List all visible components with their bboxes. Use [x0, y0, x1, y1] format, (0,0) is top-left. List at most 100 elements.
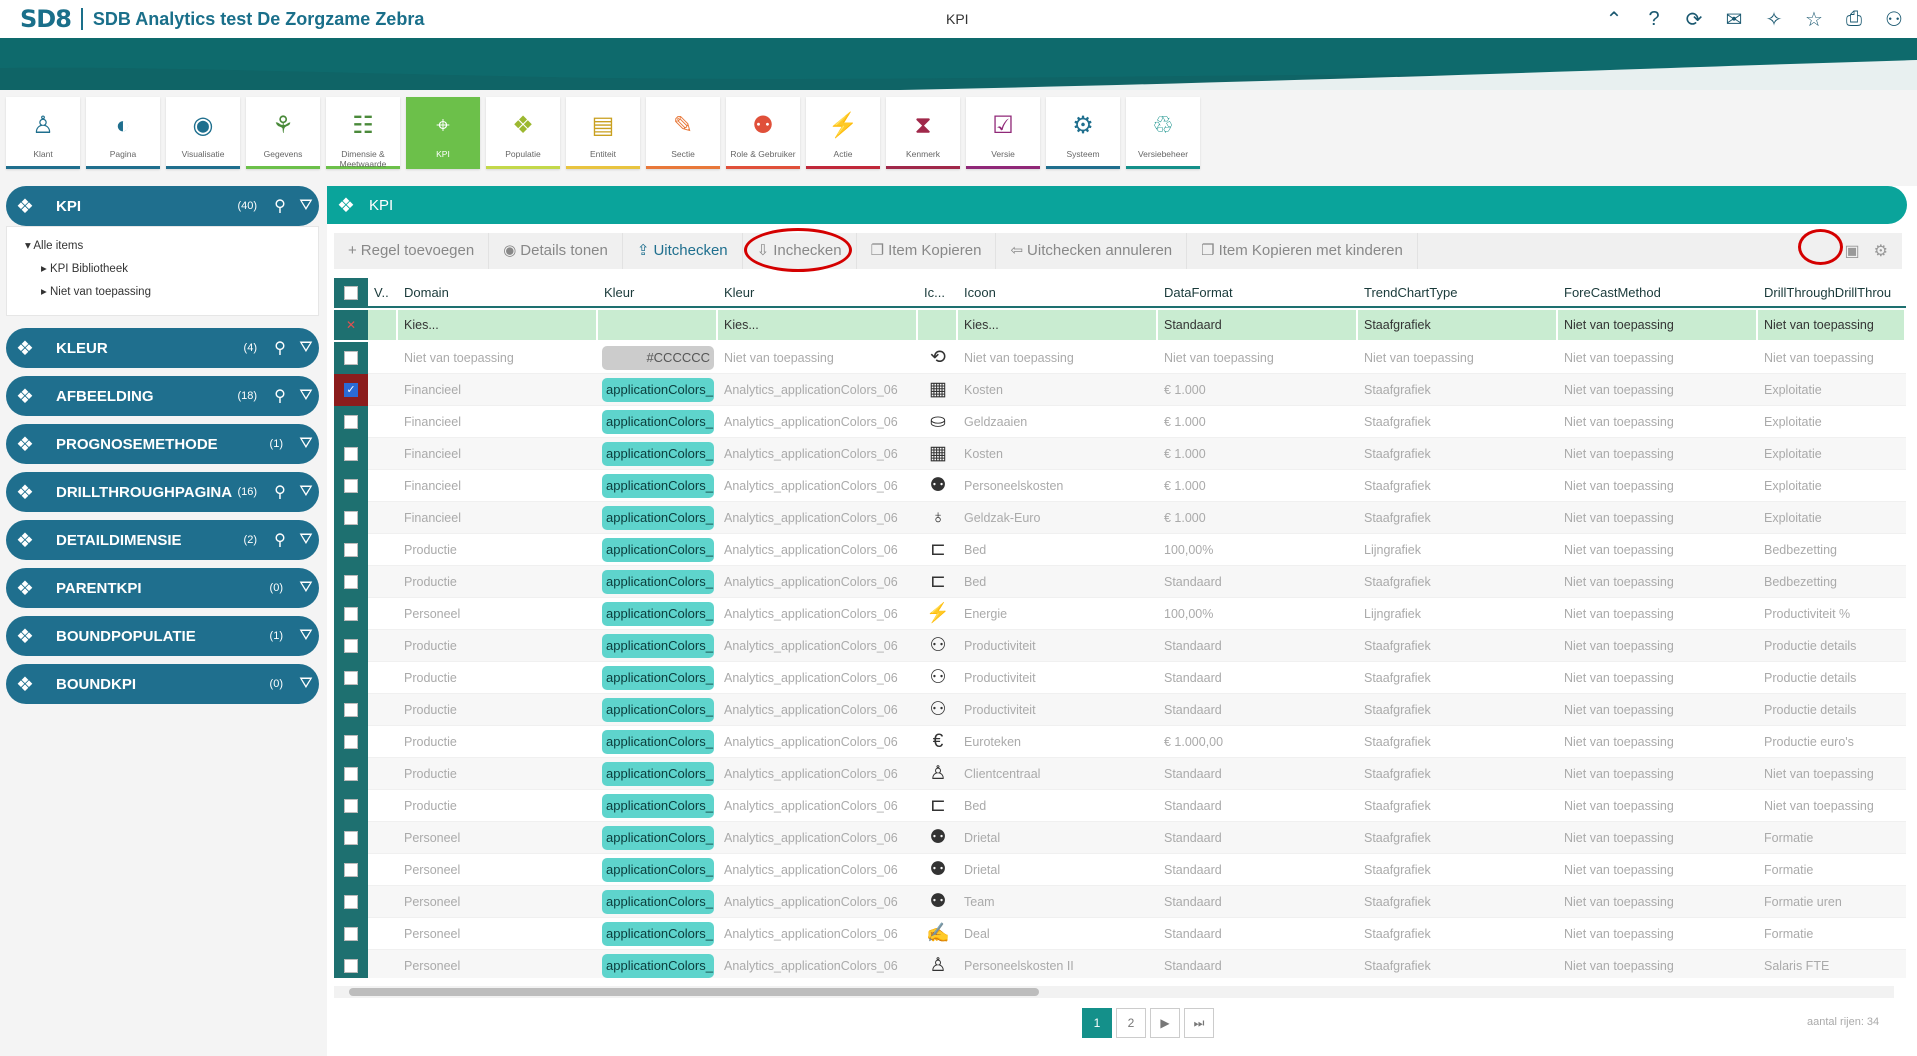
filter-dataformat[interactable]: Standaard: [1158, 310, 1356, 340]
toolbar-item-kopieren-button[interactable]: ❐ Item Kopieren: [857, 233, 997, 269]
row-checkbox[interactable]: [344, 606, 358, 621]
page-2-button[interactable]: 2: [1116, 1008, 1146, 1038]
tile-visualisatie[interactable]: ◉ Visualisatie: [166, 97, 240, 169]
table-row[interactable]: Productie applicationColors_ Analytics_app…: [334, 629, 1906, 662]
filter-icon[interactable]: ⛛: [293, 627, 319, 645]
search-icon[interactable]: ⚲: [267, 530, 293, 550]
tile-versiebeheer[interactable]: ♲ Versiebeheer: [1126, 97, 1200, 169]
toolbar-uitchecken-annuleren-button[interactable]: ⇦ Uitchecken annuleren: [996, 233, 1188, 269]
filter-kleur2[interactable]: Kies...: [718, 310, 916, 340]
print-icon[interactable]: ⎙: [1841, 6, 1867, 32]
filter-icon[interactable]: ⛛: [293, 435, 319, 453]
page-1-button[interactable]: 1: [1082, 1008, 1112, 1038]
star-plus-icon[interactable]: ✧: [1761, 6, 1787, 32]
search-icon[interactable]: ⚲: [267, 338, 293, 358]
panel-drillthroughpagina[interactable]: ❖ DRILLTHROUGHPAGINA (16) ⚲ ⛛: [6, 472, 319, 512]
tree-root[interactable]: ▾ Alle items: [25, 235, 318, 258]
column-header[interactable]: Ic...: [918, 278, 958, 306]
search-icon[interactable]: ⚲: [267, 482, 293, 502]
table-row[interactable]: Financieel applicationColors_ Analytics_ap…: [334, 469, 1906, 502]
filter-trend[interactable]: Staafgrafiek: [1358, 310, 1556, 340]
table-row[interactable]: Niet van toepassing #CCCCCC Niet van toepa…: [334, 341, 1906, 374]
panel-afbeelding[interactable]: ❖ AFBEELDING (18) ⚲ ⛛: [6, 376, 319, 416]
row-checkbox[interactable]: [344, 670, 358, 685]
column-header[interactable]: DataFormat: [1158, 278, 1358, 306]
tile-versie[interactable]: ☑ Versie: [966, 97, 1040, 169]
refresh-icon[interactable]: ⟳: [1681, 6, 1707, 32]
tile-kpi[interactable]: ⌖ KPI: [406, 97, 480, 169]
filter-kleur1[interactable]: [598, 310, 716, 340]
filter-icon[interactable]: ⛛: [293, 483, 319, 501]
column-header[interactable]: V..: [368, 278, 398, 306]
column-header[interactable]: Domain: [398, 278, 598, 306]
row-checkbox[interactable]: [344, 766, 358, 781]
filter-icon[interactable]: ⛛: [293, 675, 319, 693]
table-row[interactable]: Personeel applicationColors_ Analytics_app…: [334, 821, 1906, 854]
row-checkbox[interactable]: [344, 958, 358, 973]
column-header[interactable]: DrillThroughDrillThrou: [1758, 278, 1906, 306]
panel-boundkpi[interactable]: ❖ BOUNDKPI (0) ⛛: [6, 664, 319, 704]
table-row[interactable]: Productie applicationColors_ Analytics_app…: [334, 693, 1906, 726]
tile-kenmerk[interactable]: ⧗ Kenmerk: [886, 97, 960, 169]
user-icon[interactable]: ⚇: [1881, 6, 1907, 32]
row-checkbox[interactable]: [344, 542, 358, 557]
filter-drill[interactable]: Niet van toepassing: [1758, 310, 1904, 340]
panel-prognosemethode[interactable]: ❖ PROGNOSEMETHODE (1) ⛛: [6, 424, 319, 464]
select-all-checkbox[interactable]: [344, 286, 358, 300]
table-row[interactable]: Productie applicationColors_ Analytics_app…: [334, 533, 1906, 566]
table-row[interactable]: ✓ Financieel applicationColors_ Analytics_a…: [334, 373, 1906, 406]
tree-item[interactable]: ▸ Niet van toepassing: [25, 281, 318, 304]
column-header[interactable]: ForeCastMethod: [1558, 278, 1758, 306]
scrollbar-thumb[interactable]: [349, 988, 1039, 996]
row-checkbox[interactable]: [344, 830, 358, 845]
table-row[interactable]: Financieel applicationColors_ Analytics_ap…: [334, 437, 1906, 470]
column-header[interactable]: TrendChartType: [1358, 278, 1558, 306]
table-row[interactable]: Financieel applicationColors_ Analytics_ap…: [334, 405, 1906, 438]
column-header[interactable]: Icoon: [958, 278, 1158, 306]
star-icon[interactable]: ☆: [1801, 6, 1827, 32]
panel-detaildimensie[interactable]: ❖ DETAILDIMENSIE (2) ⚲ ⛛: [6, 520, 319, 560]
filter-blank[interactable]: [368, 310, 396, 340]
table-row[interactable]: Productie applicationColors_ Analytics_app…: [334, 789, 1906, 822]
table-row[interactable]: Personeel applicationColors_ Analytics_app…: [334, 597, 1906, 630]
collapse-up-icon[interactable]: ⌃: [1601, 6, 1627, 32]
table-row[interactable]: Productie applicationColors_ Analytics_app…: [334, 661, 1906, 694]
table-row[interactable]: Productie applicationColors_ Analytics_app…: [334, 565, 1906, 598]
filter-icon[interactable]: ⛛: [293, 579, 319, 597]
row-checkbox[interactable]: [344, 702, 358, 717]
tile-populatie[interactable]: ❖ Populatie: [486, 97, 560, 169]
chat-icon[interactable]: ✉: [1721, 6, 1747, 32]
next-page-button[interactable]: ▶: [1150, 1008, 1180, 1038]
toolbar-item-kopieren-met-kinderen-button[interactable]: ❐ Item Kopieren met kinderen: [1187, 233, 1418, 269]
filter-domain[interactable]: Kies...: [398, 310, 596, 340]
row-checkbox[interactable]: [344, 862, 358, 877]
horizontal-scrollbar[interactable]: [334, 986, 1894, 998]
filter-icon[interactable]: ⛛: [293, 197, 319, 215]
tile-systeem[interactable]: ⚙ Systeem: [1046, 97, 1120, 169]
row-checkbox[interactable]: [344, 926, 358, 941]
row-checkbox[interactable]: [344, 638, 358, 653]
row-checkbox[interactable]: [344, 446, 358, 461]
search-icon[interactable]: ⚲: [267, 196, 293, 216]
row-checkbox[interactable]: [344, 798, 358, 813]
save-icon[interactable]: ▣: [1845, 241, 1860, 261]
filter-icoon[interactable]: Kies...: [958, 310, 1156, 340]
filter-icon[interactable]: ⛛: [293, 531, 319, 549]
column-header[interactable]: Kleur: [598, 278, 718, 306]
row-checkbox[interactable]: [344, 510, 358, 525]
table-row[interactable]: Personeel applicationColors_ Analytics_app…: [334, 853, 1906, 886]
panel-kleur[interactable]: ❖ KLEUR (4) ⚲ ⛛: [6, 328, 319, 368]
panel-kpi[interactable]: ❖ KPI (40) ⚲ ⛛: [6, 186, 319, 226]
tile-dimensie-meetwaarde[interactable]: ☷ Dimensie & Meetwaarde: [326, 97, 400, 169]
table-row[interactable]: Productie applicationColors_ Analytics_app…: [334, 757, 1906, 790]
table-row[interactable]: Productie applicationColors_ Analytics_app…: [334, 725, 1906, 758]
table-row[interactable]: Personeel applicationColors_ Analytics_app…: [334, 949, 1906, 978]
tile-role-gebruiker[interactable]: ⚉ Role & Gebruiker: [726, 97, 800, 169]
row-checkbox[interactable]: [344, 574, 358, 589]
row-checkbox[interactable]: ✓: [344, 382, 358, 397]
last-page-button[interactable]: ⏭: [1184, 1008, 1214, 1038]
row-checkbox[interactable]: [344, 894, 358, 909]
tile-actie[interactable]: ⚡ Actie: [806, 97, 880, 169]
column-header[interactable]: Kleur: [718, 278, 918, 306]
tile-pagina[interactable]: ◐ Pagina: [86, 97, 160, 169]
